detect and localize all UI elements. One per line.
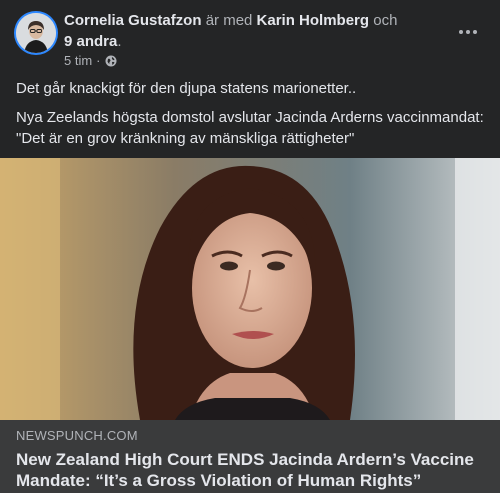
author-avatar[interactable] <box>16 13 56 53</box>
more-dot <box>459 30 463 34</box>
more-dot <box>473 30 477 34</box>
tagged-others-link[interactable]: 9 andra <box>64 33 117 50</box>
avatar-image <box>16 13 56 53</box>
post-text-line-2: Nya Zeelands högsta domstol avslutar Jac… <box>16 109 484 147</box>
post-time[interactable]: 5 tim <box>64 53 92 68</box>
link-domain: NEWSPUNCH.COM <box>16 428 138 443</box>
portrait-photo <box>0 158 500 420</box>
with-text: är med <box>205 12 253 29</box>
more-options-icon[interactable] <box>454 20 482 44</box>
link-preview-image[interactable] <box>0 158 500 420</box>
link-title[interactable]: New Zealand High Court ENDS Jacinda Arde… <box>16 449 484 491</box>
post-text-line-1: Det går knackigt för den djupa statens m… <box>16 80 357 97</box>
more-dot <box>466 30 470 34</box>
post-text: Det går knackigt för den djupa statens m… <box>16 78 486 149</box>
tagged-person[interactable]: Karin Holmberg <box>257 12 370 29</box>
and-text: och <box>373 12 398 29</box>
separator-dot: · <box>96 53 101 68</box>
link-preview-card[interactable]: NEWSPUNCH.COM New Zealand High Court END… <box>0 420 500 493</box>
facebook-post: Cornelia Gustafzon är med Karin Holmberg… <box>0 0 500 493</box>
post-header: Cornelia Gustafzon är med Karin Holmberg… <box>0 0 500 72</box>
post-meta: Cornelia Gustafzon är med Karin Holmberg… <box>64 10 424 52</box>
author-name[interactable]: Cornelia Gustafzon <box>64 12 202 29</box>
period: . <box>117 33 122 50</box>
globe-icon[interactable] <box>105 55 117 67</box>
post-timestamp-row: 5 tim · <box>64 53 117 68</box>
